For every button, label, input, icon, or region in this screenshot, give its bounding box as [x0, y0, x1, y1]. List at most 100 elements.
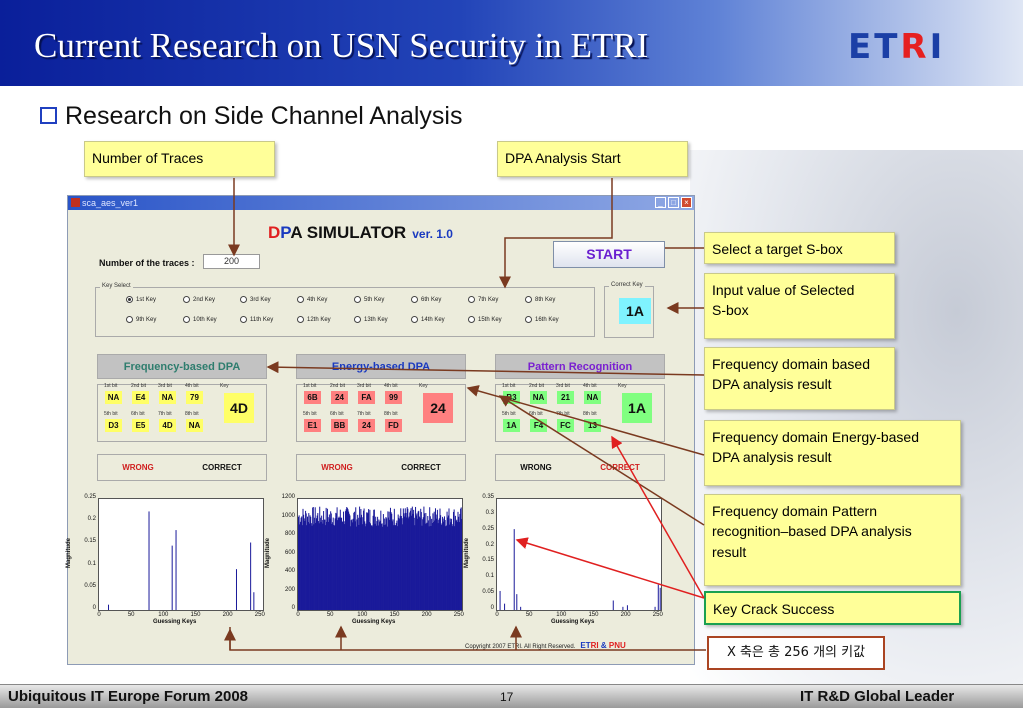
radio-circle-icon[interactable] — [297, 296, 304, 303]
x-tick-label: 200 — [421, 612, 432, 618]
radio-circle-icon[interactable] — [183, 296, 190, 303]
y-tick-label: 0 — [490, 605, 494, 611]
traces-input[interactable]: 200 — [203, 254, 260, 269]
data-bar — [250, 542, 252, 610]
plot-canvas — [499, 529, 661, 610]
bit-results-box: 1st bit B3 2nd bit NA 3rd bit 21 4th bit NA 5th … — [495, 383, 665, 442]
key-radio-3[interactable]: 3rd Key — [240, 296, 271, 303]
bit-value: B3 — [503, 391, 520, 404]
radio-circle-icon[interactable] — [411, 316, 418, 323]
bit-label: 8th bit — [185, 411, 199, 417]
window-titlebar[interactable]: sca_aes_ver1 — [68, 196, 694, 210]
correct-key-group: Correct Key 1A — [604, 282, 654, 338]
radio-circle-icon[interactable] — [126, 316, 133, 323]
bit-label: 4th bit — [384, 383, 398, 389]
callout-number-of-traces: Number of Traces — [84, 141, 275, 177]
y-tick-label: 400 — [284, 568, 295, 574]
x-axis-label: Guessing Keys — [153, 619, 197, 625]
key-radio-9[interactable]: 9th Key — [126, 316, 156, 323]
callout-key-crack-success: Key Crack Success — [704, 591, 961, 625]
key-radio-8[interactable]: 8th Key — [525, 296, 555, 303]
callout-input-value: Input value of Selected S-box — [704, 273, 895, 339]
key-radio-4[interactable]: 4th Key — [297, 296, 327, 303]
data-bar — [513, 529, 515, 610]
key-select-group: Key Select 1st Key 2nd Key 3rd Key 4th Key 5… — [95, 283, 595, 337]
wrong-label: WRONG — [122, 463, 154, 472]
key-radio-5[interactable]: 5th Key — [354, 296, 384, 303]
bit-label: 2nd bit — [529, 383, 545, 389]
key-radio-label: 6th Key — [421, 296, 442, 303]
key-label: Key — [419, 383, 428, 389]
footer-left: Ubiquitous IT Europe Forum 2008 — [8, 688, 249, 705]
x-tick-label: 250 — [254, 612, 265, 618]
radio-circle-icon[interactable] — [183, 316, 190, 323]
traces-label: Number of the traces : — [99, 258, 195, 268]
maximize-icon[interactable]: □ — [668, 197, 679, 208]
simulator-title: DPA SIMULATOR ver. 1.0 — [268, 223, 453, 242]
key-radio-12[interactable]: 12th Key — [297, 316, 331, 323]
radio-circle-icon[interactable] — [411, 296, 418, 303]
bit-label: 3rd bit — [158, 383, 172, 389]
close-icon[interactable]: × — [681, 197, 692, 208]
result-row: WRONG CORRECT — [296, 454, 466, 481]
bit-value: 24 — [358, 419, 375, 432]
key-radio-label: 1st Key — [136, 296, 157, 303]
radio-circle-icon[interactable] — [525, 316, 532, 323]
radio-circle-icon[interactable] — [468, 316, 475, 323]
radio-circle-icon[interactable] — [240, 296, 247, 303]
y-tick-label: 200 — [284, 586, 295, 593]
result-row: WRONG CORRECT — [97, 454, 267, 481]
radio-circle-icon[interactable] — [354, 296, 361, 303]
radio-circle-icon[interactable] — [240, 316, 247, 323]
radio-circle-icon[interactable] — [525, 296, 532, 303]
plot-1 — [98, 498, 264, 611]
bit-value: NA — [105, 391, 122, 404]
x-tick-label: 150 — [389, 612, 400, 618]
y-tick-label: 0.3 — [485, 509, 494, 516]
key-radio-6[interactable]: 6th Key — [411, 296, 441, 303]
bit-label: 2nd bit — [131, 383, 147, 389]
radio-circle-icon[interactable] — [126, 296, 133, 303]
radio-circle-icon[interactable] — [354, 316, 361, 323]
callout-frequency-result: Frequency domain based DPA analysis resul… — [704, 347, 895, 410]
bit-value: NA — [584, 391, 601, 404]
key-radio-10[interactable]: 10th Key — [183, 316, 217, 323]
wrong-label: WRONG — [321, 463, 353, 472]
bit-value: NA — [186, 419, 203, 432]
y-axis-label: Magnitude — [464, 538, 470, 568]
key-label: Key — [220, 383, 229, 389]
data-bar — [148, 511, 150, 610]
panel-title: Frequency-based DPA — [97, 354, 267, 379]
key-radio-14[interactable]: 14th Key — [411, 316, 445, 323]
key-radio-13[interactable]: 13th Key — [354, 316, 388, 323]
bit-label: 3rd bit — [357, 383, 371, 389]
checkbox-bullet-icon — [40, 107, 57, 124]
key-radio-label: 14th Key — [421, 316, 445, 323]
correct-label: CORRECT — [202, 463, 242, 472]
key-radio-label: 16th Key — [535, 316, 559, 323]
x-tick-label: 200 — [620, 612, 631, 618]
key-radio-2[interactable]: 2nd Key — [183, 296, 215, 303]
dpa-simulator-window: sca_aes_ver1 _ □ × DPA SIMULATOR ver. 1.0… — [66, 195, 695, 665]
bit-value: 24 — [331, 391, 348, 404]
start-button[interactable]: START — [553, 241, 665, 268]
page-number: 17 — [500, 690, 514, 704]
bit-value: E4 — [132, 391, 149, 404]
callout-pattern-result: Frequency domain Pattern recognition–base… — [704, 494, 961, 586]
y-tick-label: 0.2 — [87, 516, 96, 523]
key-radio-11[interactable]: 11th Key — [240, 316, 273, 323]
key-radio-15[interactable]: 15th Key — [468, 316, 502, 323]
x-tick-label: 150 — [190, 612, 201, 618]
radio-circle-icon[interactable] — [297, 316, 304, 323]
key-radio-7[interactable]: 7th Key — [468, 296, 498, 303]
radio-circle-icon[interactable] — [468, 296, 475, 303]
y-tick-label: 0.1 — [87, 560, 96, 567]
bit-label: 8th bit — [583, 411, 597, 417]
y-tick-label: 1000 — [281, 512, 295, 519]
minimize-icon[interactable]: _ — [655, 197, 666, 208]
y-tick-label: 0.05 — [482, 589, 494, 596]
key-radio-1[interactable]: 1st Key — [126, 296, 156, 303]
bit-value: F4 — [530, 419, 547, 432]
bit-value: BB — [331, 419, 348, 432]
key-radio-16[interactable]: 16th Key — [525, 316, 559, 323]
